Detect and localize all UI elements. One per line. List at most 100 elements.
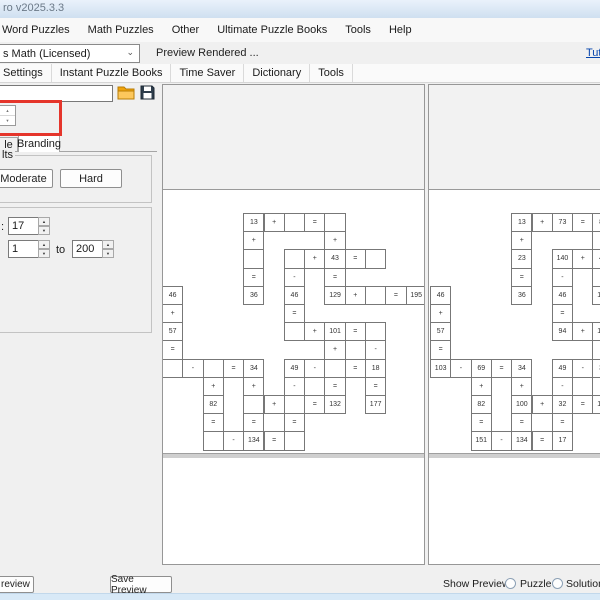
puzzle-operator-cell: + xyxy=(430,304,451,323)
taskbar-edge xyxy=(0,593,600,600)
size-spinner-value[interactable]: 17 xyxy=(8,217,39,235)
subtab-branding-label: Branding xyxy=(17,138,61,150)
difficulty-groupbox-label: lts xyxy=(0,149,15,161)
tab-dictionary[interactable]: Dictionary xyxy=(244,64,310,82)
puzzle-value-cell: 140 xyxy=(552,249,573,268)
puzzle-operator-cell: = xyxy=(345,322,366,341)
solution-preview-panel: 13+73=86++23140+43=183=-=463646129+66=19… xyxy=(428,84,600,565)
puzzle-operator-cell: = xyxy=(572,213,593,232)
tab-settings[interactable]: Settings xyxy=(0,64,52,82)
menu-help[interactable]: Help xyxy=(380,20,421,40)
puzzle-value-cell: 57 xyxy=(430,322,451,341)
spinner-down-icon[interactable]: ▼ xyxy=(38,249,50,258)
puzzle-radio-label: Puzzle xyxy=(520,578,552,590)
puzzle-operator-cell: = xyxy=(572,395,593,414)
range-to-label: to xyxy=(56,244,65,256)
range-to-spinner-value[interactable]: 200 xyxy=(72,240,103,258)
puzzle-value-cell: 13 xyxy=(243,213,264,232)
spinner-down-icon[interactable]: ▼ xyxy=(38,226,50,235)
puzzle-value-cell: 73 xyxy=(552,213,573,232)
puzzle-operator-cell: + xyxy=(511,231,532,250)
puzzle-operator-cell: = xyxy=(304,213,325,232)
floppy-disk-icon xyxy=(139,92,156,104)
moderate-difficulty-button[interactable]: Moderate xyxy=(0,169,53,188)
puzzle-value-cell: 101 xyxy=(324,322,345,341)
puzzle-operator-cell: - xyxy=(223,431,244,450)
solution-radio[interactable] xyxy=(552,578,563,589)
puzzle-operator-cell: - xyxy=(450,359,471,378)
puzzle-operator-cell: = xyxy=(324,377,345,396)
tab-time-saver[interactable]: Time Saver xyxy=(171,64,244,82)
puzzle-operator-cell: = xyxy=(284,413,305,432)
puzzle-value-cell: 134 xyxy=(511,431,532,450)
puzzle-operator-cell: - xyxy=(284,377,305,396)
puzzle-operator-cell: = xyxy=(223,359,244,378)
puzzle-value-cell: 18 xyxy=(365,359,386,378)
window-title: ro v2025.3.3 xyxy=(3,2,64,14)
puzzle-operator-cell: - xyxy=(552,268,573,287)
preview-button[interactable]: review xyxy=(0,576,34,593)
puzzle-operator-cell: = xyxy=(430,340,451,359)
tab-instant-puzzle-books[interactable]: Instant Puzzle Books xyxy=(52,64,172,82)
size-label: : xyxy=(1,221,4,233)
puzzle-value-cell xyxy=(324,359,345,378)
save-button[interactable] xyxy=(139,84,157,103)
puzzle-operator-cell: - xyxy=(304,359,325,378)
spinner-down-icon[interactable]: ▼ xyxy=(102,249,114,258)
show-preview-label: Show Preview: xyxy=(443,578,512,590)
menu-math-puzzles[interactable]: Math Puzzles xyxy=(79,20,163,40)
puzzle-value-cell: 103 xyxy=(430,359,451,378)
puzzle-value-cell: 177 xyxy=(365,395,386,414)
puzzle-value-cell: 32 xyxy=(552,395,573,414)
hard-difficulty-button[interactable]: Hard xyxy=(60,169,122,188)
puzzle-value-cell: 101 xyxy=(592,322,600,341)
puzzle-preview-panel: 13+=+++43==-=463646129+=195+=57+101==+--… xyxy=(162,84,425,565)
puzzle-value-cell: 43 xyxy=(592,249,600,268)
tab-tools[interactable]: Tools xyxy=(310,64,353,82)
range-to-spinner-arrows[interactable]: ▲ ▼ xyxy=(102,240,114,258)
menu-ultimate-puzzle-books[interactable]: Ultimate Puzzle Books xyxy=(208,20,336,40)
puzzle-value-cell xyxy=(203,359,224,378)
puzzle-operator-cell: + xyxy=(304,322,325,341)
chevron-down-icon: ⌄ xyxy=(126,47,134,58)
puzzle-operator-cell: + xyxy=(203,377,224,396)
range-from-spinner-arrows[interactable]: ▲ ▼ xyxy=(38,240,50,258)
puzzle-operator-cell: + xyxy=(511,377,532,396)
puzzle-operator-cell: = xyxy=(592,268,600,287)
menu-word-puzzles[interactable]: Word Puzzles xyxy=(0,20,79,40)
range-from-spinner-value[interactable]: 1 xyxy=(8,240,39,258)
save-preview-button[interactable]: Save Preview xyxy=(110,576,172,593)
puzzle-value-cell: 82 xyxy=(203,395,224,414)
puzzle-value-cell: 36 xyxy=(511,286,532,305)
subtab-branding[interactable]: Branding xyxy=(18,134,60,152)
spinner-up-icon[interactable]: ▲ xyxy=(102,240,114,249)
puzzle-operator-cell: - xyxy=(182,359,203,378)
puzzle-value-cell: 49 xyxy=(284,359,305,378)
puzzle-value-cell: 23 xyxy=(511,249,532,268)
puzzle-radio[interactable] xyxy=(505,578,516,589)
puzzle-operator-cell: = xyxy=(552,304,573,323)
preview-status-text: Preview Rendered ... xyxy=(156,47,259,59)
puzzle-operator-cell: = xyxy=(345,249,366,268)
size-spinner-arrows[interactable]: ▲ ▼ xyxy=(38,217,50,235)
puzzle-operator-cell: = xyxy=(471,413,492,432)
puzzle-type-combobox[interactable]: s Math (Licensed) ⌄ xyxy=(0,44,140,63)
spinner-up-icon[interactable]: ▲ xyxy=(38,240,50,249)
puzzle-operator-cell: = xyxy=(511,268,532,287)
menu-tools[interactable]: Tools xyxy=(336,20,380,40)
puzzle-operator-cell: + xyxy=(324,231,345,250)
puzzle-value-cell: 31 xyxy=(592,359,600,378)
menu-other[interactable]: Other xyxy=(163,20,209,40)
puzzle-operator-cell: + xyxy=(304,249,325,268)
puzzle-value-cell xyxy=(284,395,305,414)
puzzle-value-cell: 129 xyxy=(324,286,345,305)
puzzle-value-cell: 195 xyxy=(406,286,425,305)
puzzle-operator-cell: + xyxy=(572,249,593,268)
puzzle-operator-cell: = xyxy=(243,413,264,432)
puzzle-operator-cell: + xyxy=(345,286,366,305)
tutorials-link[interactable]: Tuto xyxy=(586,47,600,59)
puzzle-operator-cell: + xyxy=(532,213,553,232)
spinner-up-icon[interactable]: ▲ xyxy=(38,217,50,226)
open-folder-button[interactable] xyxy=(117,84,135,103)
puzzle-value-cell: 129 xyxy=(592,286,600,305)
